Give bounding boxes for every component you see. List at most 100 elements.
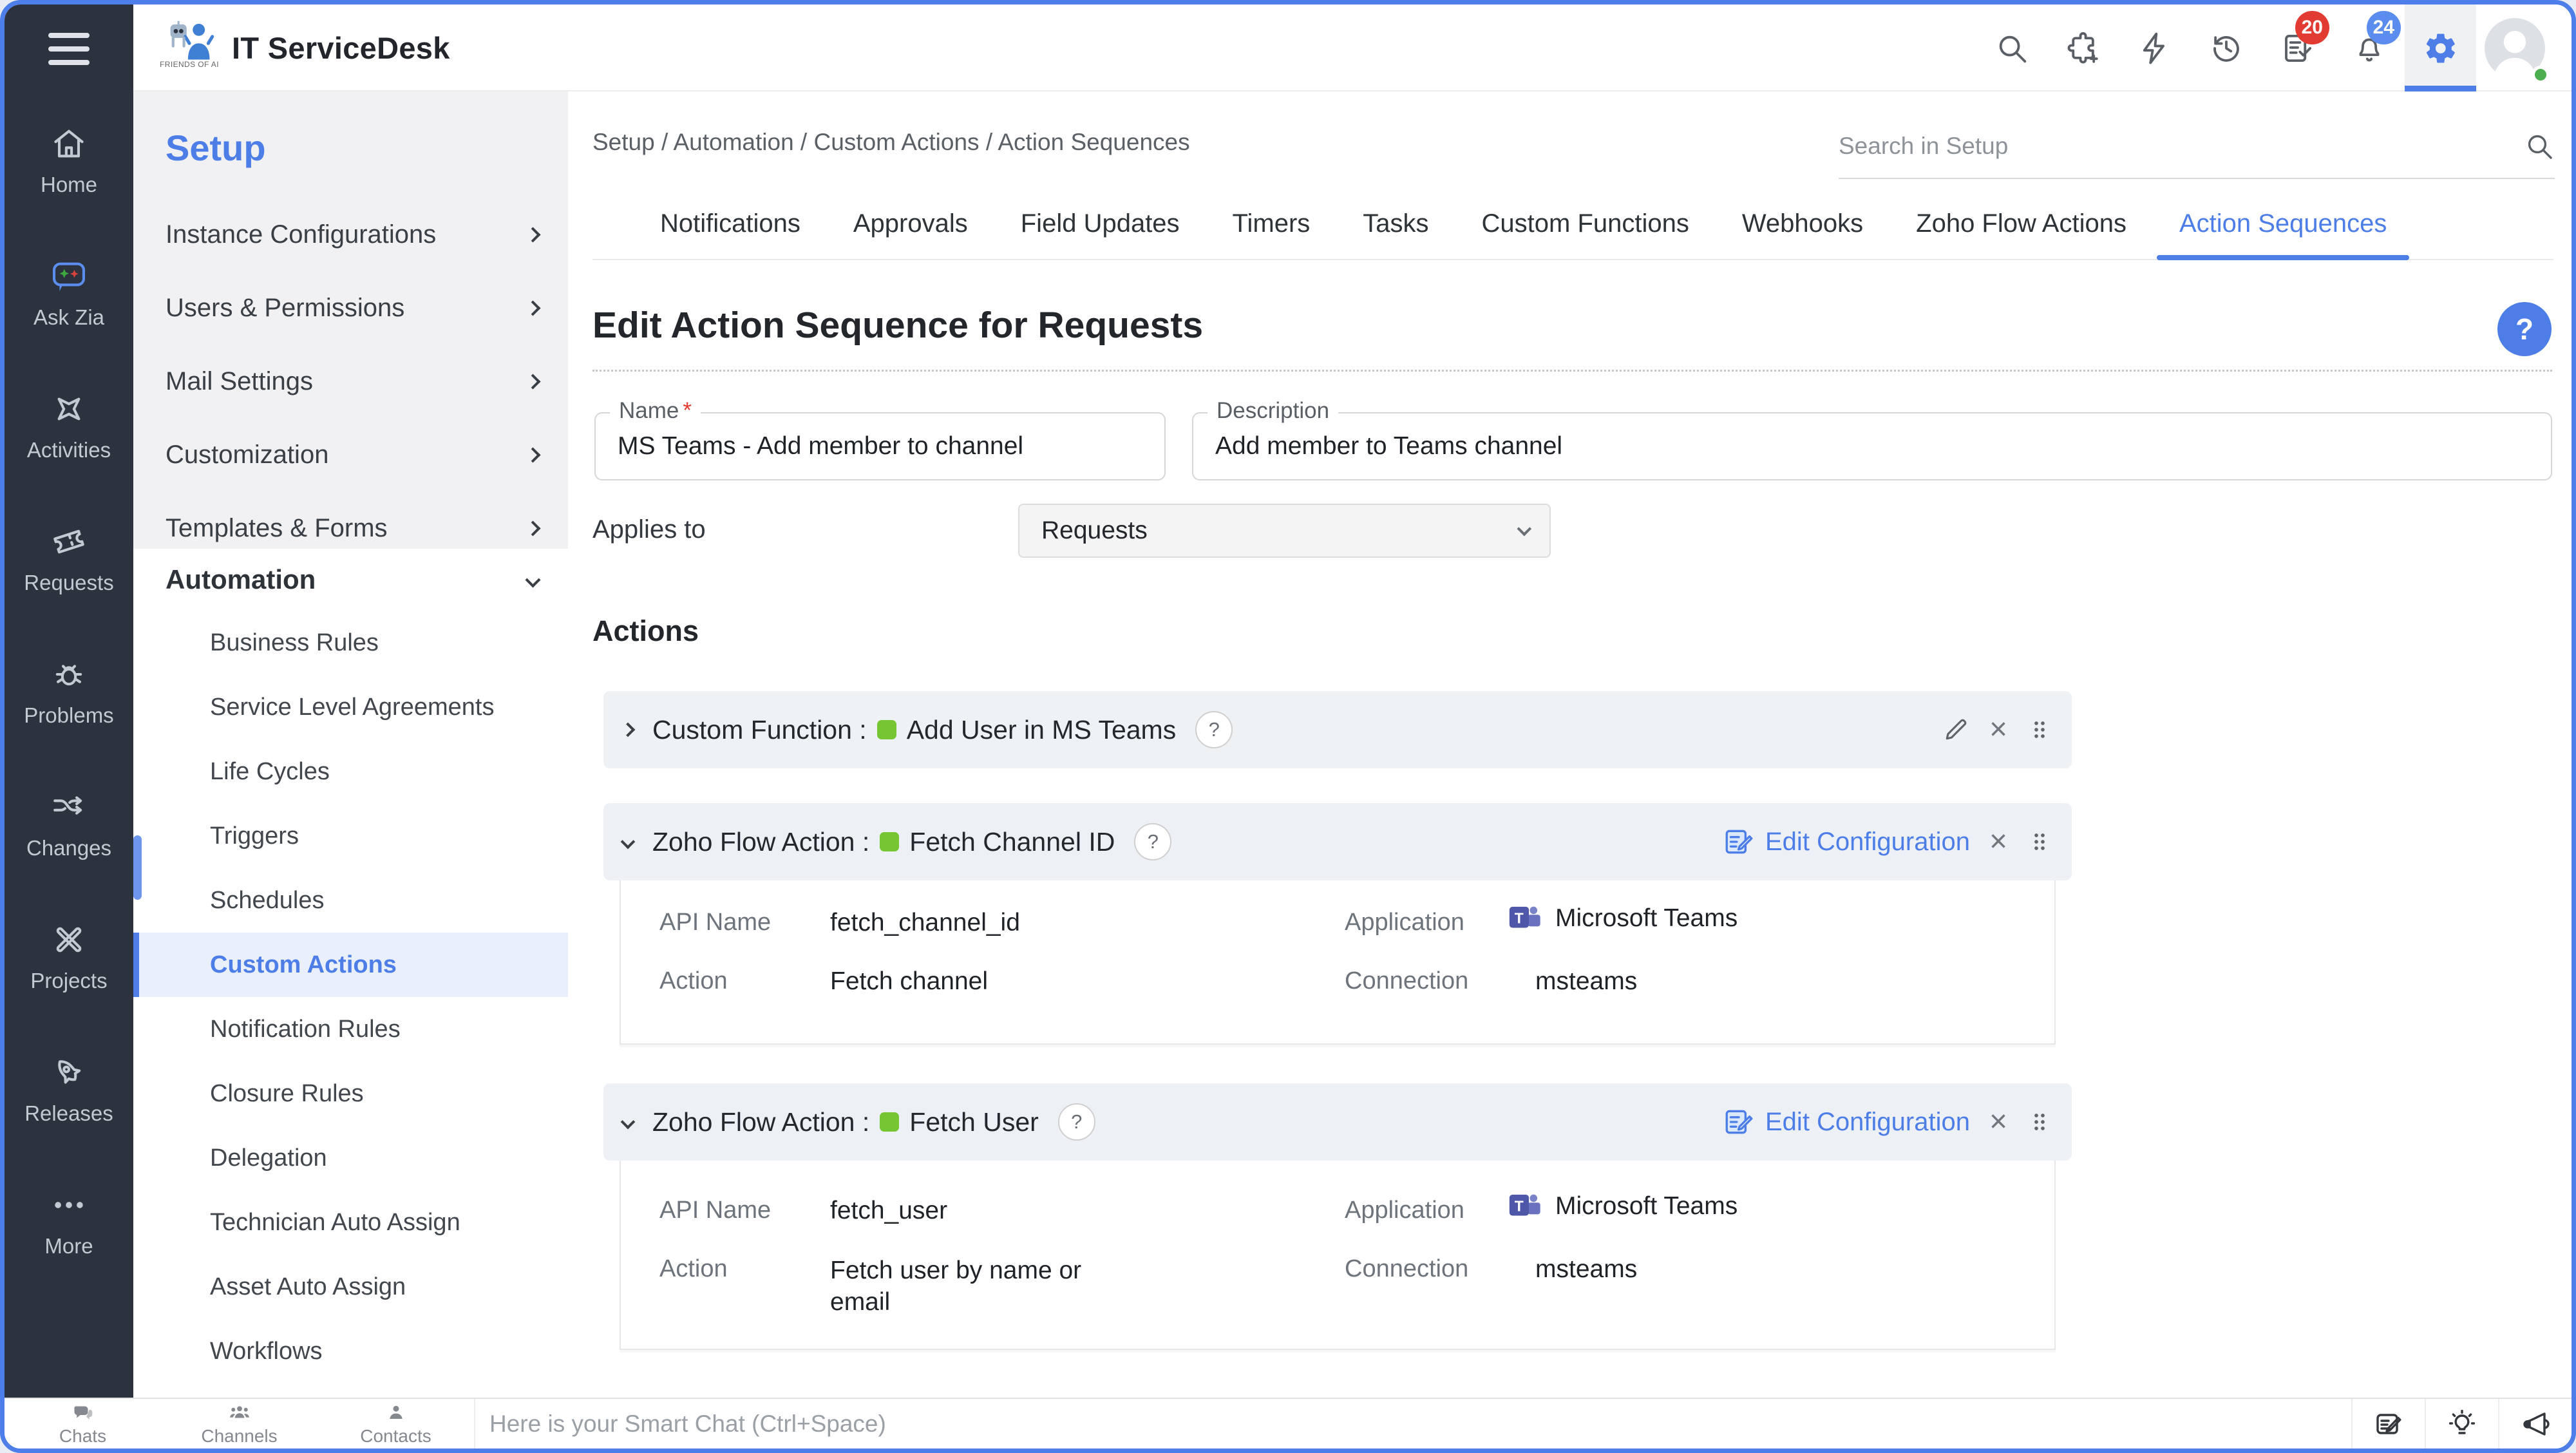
remove-action-button[interactable]: × [1989,1106,2007,1137]
hint-button[interactable]: ? [1195,711,1233,748]
compose-button[interactable] [2351,1399,2425,1448]
setup-group-customization[interactable]: Customization [133,418,568,491]
group-label: Customization [166,441,328,470]
action-label: Action [659,967,728,995]
app-window: FRIENDS OF AI IT ServiceDesk 20 [0,0,2576,1453]
description-field: Description [1192,412,2552,480]
setup-group-automation[interactable]: Automation [133,549,568,611]
hamburger-menu-icon[interactable] [48,33,90,65]
setup-item-asset-auto-assign[interactable]: Asset Auto Assign [133,1255,568,1319]
tab-approvals[interactable]: Approvals [827,188,994,259]
expand-chevron-icon[interactable] [621,723,636,737]
setup-group-instance-configurations[interactable]: Instance Configurations [133,198,568,271]
drag-dots-icon [2027,828,2052,856]
applies-to-label: Applies to [592,515,706,544]
setup-item-triggers[interactable]: Triggers [133,804,568,868]
rail-item-ask-zia[interactable]: Ask Zia [5,227,133,360]
topbar-icons: 20 24 [1976,5,2553,91]
smart-chat-field[interactable] [475,1399,2351,1448]
bottombar-tab-chats[interactable]: Chats [5,1399,161,1448]
quick-actions-button[interactable] [2119,5,2190,91]
setup-item-life-cycles[interactable]: Life Cycles [133,739,568,804]
announcements-button[interactable] [2498,1399,2571,1448]
setup-item-custom-actions[interactable]: Custom Actions [133,933,568,997]
marketplace-button[interactable] [2047,5,2119,91]
remove-action-button[interactable]: × [1989,714,2007,745]
setup-group-users-permissions[interactable]: Users & Permissions [133,271,568,345]
global-search-button[interactable] [1976,5,2047,91]
setup-item-workflows[interactable]: Workflows [133,1319,568,1383]
name-input[interactable] [596,413,1164,479]
api-name-value: fetch_user [830,1197,947,1225]
description-input[interactable] [1193,413,2551,479]
rail-item-releases[interactable]: Releases [5,1023,133,1156]
collapse-chevron-icon[interactable] [621,1115,636,1130]
action-type-label: Zoho Flow Action : [652,827,869,857]
bottombar-tab-channels[interactable]: Channels [161,1399,317,1448]
rail-label: Releases [24,1101,113,1126]
setup-item-notification-rules[interactable]: Notification Rules [133,997,568,1061]
setup-scrollbar-thumb[interactable] [133,835,142,900]
smart-chat-input[interactable] [489,1410,2351,1438]
rocket-icon [50,1054,88,1091]
remove-action-button[interactable]: × [1989,826,2007,857]
ticket-icon [50,523,88,560]
tab-timers[interactable]: Timers [1206,188,1337,259]
history-button[interactable] [2190,5,2262,91]
setup-item-service-level-agreements[interactable]: Service Level Agreements [133,675,568,739]
edit-button[interactable] [1942,716,1970,744]
tab-action-sequences[interactable]: Action Sequences [2153,188,2413,259]
drag-handle[interactable] [2027,716,2052,744]
tab-tasks[interactable]: Tasks [1336,188,1455,259]
tab-notifications[interactable]: Notifications [634,188,827,259]
edit-configuration-button[interactable]: Edit Configuration [1723,826,1970,858]
edit-configuration-button[interactable]: Edit Configuration [1723,1106,1970,1138]
rail-item-activities[interactable]: Activities [5,360,133,493]
hint-button[interactable]: ? [1058,1103,1095,1141]
search-icon[interactable] [2524,131,2555,162]
edit-configuration-label: Edit Configuration [1765,828,1970,857]
rail-item-requests[interactable]: Requests [5,493,133,625]
collapse-chevron-icon[interactable] [621,835,636,850]
setup-search-input[interactable] [1839,133,2524,160]
rail-item-problems[interactable]: Problems [5,625,133,758]
channels-icon [228,1401,251,1425]
hint-button[interactable]: ? [1134,823,1171,860]
setup-panel-title: Setup [166,127,266,169]
ideas-button[interactable] [2425,1399,2498,1448]
setup-group-mail-settings[interactable]: Mail Settings [133,345,568,418]
setup-item-schedules[interactable]: Schedules [133,868,568,933]
group-label: Templates & Forms [166,514,388,543]
bottombar-tab-contacts[interactable]: Contacts [317,1399,474,1448]
rail-item-home[interactable]: Home [5,95,133,227]
tab-field-updates[interactable]: Field Updates [994,188,1206,259]
applies-to-dropdown[interactable]: Requests [1018,504,1551,558]
drag-dots-icon [2027,1108,2052,1136]
setup-item-delegation[interactable]: Delegation [133,1126,568,1190]
rail-item-changes[interactable]: Changes [5,758,133,891]
dotted-divider [592,370,2552,372]
notifications-button[interactable]: 24 [2333,5,2405,91]
microsoft-teams-icon: T [1506,900,1544,937]
drag-handle[interactable] [2027,1108,2052,1136]
action-card-fetch-user: Zoho Flow Action : Fetch User ? Edit Con… [603,1083,2072,1350]
api-name-label: API Name [659,909,771,936]
setup-item-technician-auto-assign[interactable]: Technician Auto Assign [133,1190,568,1255]
connection-value: msteams [1535,967,1637,996]
setup-item-closure-rules[interactable]: Closure Rules [133,1061,568,1126]
activities-icon [50,390,88,428]
help-button[interactable]: ? [2497,302,2552,356]
tab-zoho-flow-actions[interactable]: Zoho Flow Actions [1889,188,2153,259]
action-value: Fetch channel [830,967,988,996]
user-menu[interactable] [2476,5,2553,91]
setup-search-field[interactable] [1839,115,2555,179]
drag-handle[interactable] [2027,828,2052,856]
rail-item-more[interactable]: More [5,1156,133,1289]
setup-item-business-rules[interactable]: Business Rules [133,611,568,675]
tab-custom-functions[interactable]: Custom Functions [1455,188,1716,259]
tab-webhooks[interactable]: Webhooks [1716,188,1889,259]
setup-button[interactable] [2405,5,2476,91]
approvals-button[interactable]: 20 [2262,5,2333,91]
ask-zia-icon [50,258,88,295]
rail-item-projects[interactable]: Projects [5,891,133,1023]
